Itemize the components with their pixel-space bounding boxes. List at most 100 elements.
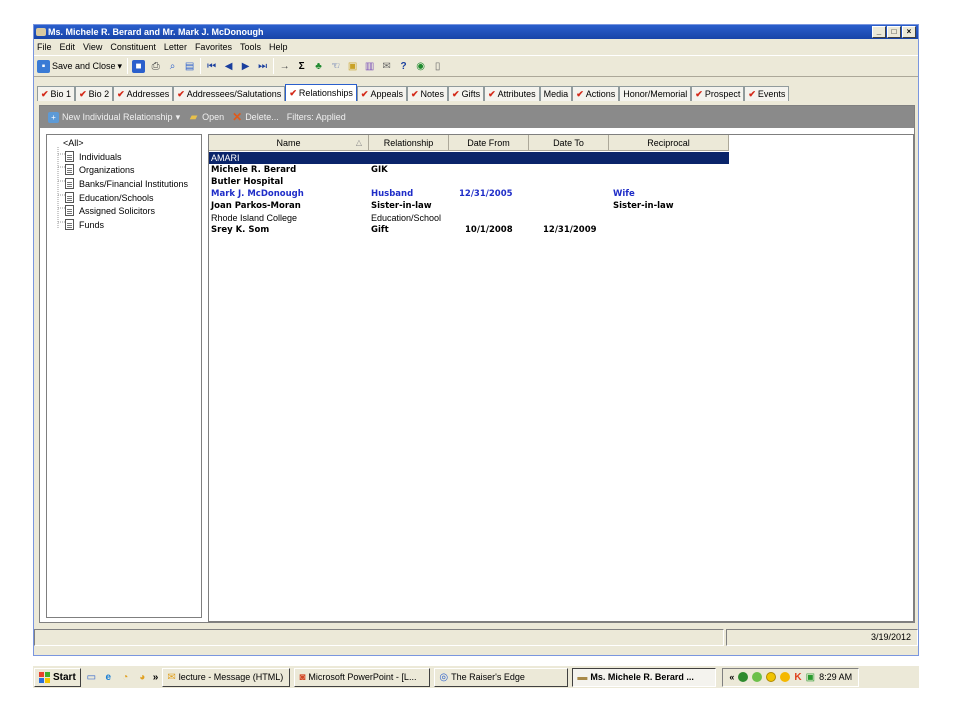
last-record-icon[interactable]: ⏭ xyxy=(256,60,269,73)
tray-expand-icon[interactable]: « xyxy=(729,672,734,682)
column-header-reciprocal[interactable]: Reciprocal xyxy=(609,135,729,151)
show-desktop-icon[interactable]: ▭ xyxy=(85,671,98,684)
column-header-date-from[interactable]: Date From xyxy=(449,135,529,151)
tray-clock-icon[interactable] xyxy=(766,672,777,682)
tab-addressees-salutations[interactable]: ✔ Addressees/Salutations xyxy=(173,86,286,101)
preview-icon[interactable]: ⌕ xyxy=(166,60,179,73)
tab-actions[interactable]: ✔ Actions xyxy=(572,86,620,101)
tab-gifts[interactable]: ✔ Gifts xyxy=(448,86,485,101)
tray-k-icon[interactable]: K xyxy=(794,672,801,683)
column-header-name[interactable]: Name △ xyxy=(209,135,369,151)
chevron-down-icon[interactable]: ▾ xyxy=(118,61,123,72)
tray-update-icon[interactable]: ▣ xyxy=(806,672,815,683)
quicklaunch-overflow-icon[interactable]: » xyxy=(153,672,159,683)
toolbar-separator xyxy=(273,58,275,74)
sigma-icon[interactable]: Σ xyxy=(295,60,308,73)
menu-letter[interactable]: Letter xyxy=(164,40,187,54)
go-to-icon[interactable]: → xyxy=(278,60,291,73)
start-button[interactable]: Start xyxy=(34,667,81,687)
menu-view[interactable]: View xyxy=(83,40,102,54)
envelope-icon: ✉ xyxy=(167,671,176,683)
tab-attributes[interactable]: ✔ Attributes xyxy=(484,86,540,101)
tray-antivirus-icon[interactable] xyxy=(752,672,763,682)
first-record-icon[interactable]: ⏮ xyxy=(205,60,218,73)
tab-media[interactable]: Media xyxy=(539,86,573,101)
tab-honor-memorial[interactable]: Honor/Memorial xyxy=(619,86,692,101)
save-close-button[interactable]: ▪ Save and Close ▾ xyxy=(36,57,123,75)
tree-root-all[interactable]: <All> xyxy=(63,137,84,149)
folder-icon: ▰ xyxy=(189,111,198,123)
tree-item-education[interactable]: Education/Schools xyxy=(65,191,154,204)
tree-item-funds[interactable]: Funds xyxy=(65,218,104,231)
tab-bio-1[interactable]: ✔ Bio 1 xyxy=(37,86,76,101)
mail-icon[interactable]: ✉ xyxy=(380,60,393,73)
check-icon: ✔ xyxy=(360,88,369,99)
tray-network-icon[interactable] xyxy=(738,672,749,682)
help-icon[interactable]: ? xyxy=(397,60,410,73)
tab-events[interactable]: ✔ Events xyxy=(744,86,790,101)
column-header-date-to[interactable]: Date To xyxy=(529,135,609,151)
task-raisers-edge[interactable]: ◎ The Raiser's Edge xyxy=(434,667,569,687)
task-outlook-message[interactable]: ✉ lecture - Message (HTML) xyxy=(162,667,291,687)
menu-tools[interactable]: Tools xyxy=(240,40,261,54)
check-icon: ✔ xyxy=(695,88,703,99)
report-icon[interactable]: ▥ xyxy=(363,60,376,73)
open-button[interactable]: ▰ Open xyxy=(188,112,224,123)
task-constituent-record[interactable]: ▬ Ms. Michele R. Berard ... xyxy=(572,667,717,687)
main-window: Ms. Michele R. Berard and Mr. Mark J. Mc… xyxy=(33,24,919,656)
restore-button[interactable]: □ xyxy=(887,26,901,38)
tree-icon[interactable]: ♣ xyxy=(312,60,325,73)
minimize-button[interactable]: _ xyxy=(872,26,886,38)
tab-notes[interactable]: ✔ Notes xyxy=(406,86,449,101)
table-row[interactable]: Butler Hospital xyxy=(209,176,729,188)
table-row[interactable]: Srey K. Som Gift 10/1/2008 12/31/2009 xyxy=(209,224,729,236)
tree-item-assigned-solicitors[interactable]: Assigned Solicitors xyxy=(65,204,155,217)
save-icon: ▪ xyxy=(37,59,50,73)
category-tree: <All> Individuals Organizations Banks/Fi… xyxy=(46,134,202,618)
quicklaunch-outlook-icon[interactable]: ◕ xyxy=(136,671,149,684)
tab-appeals[interactable]: ✔ Appeals xyxy=(356,86,407,101)
tab-addresses[interactable]: ✔ Addresses xyxy=(113,86,174,101)
status-date: 3/19/2012 xyxy=(726,629,918,646)
form-icon[interactable]: ▤ xyxy=(183,60,196,73)
menu-edit[interactable]: Edit xyxy=(60,40,76,54)
powerpoint-icon: ◙ xyxy=(299,671,306,683)
column-header-relationship[interactable]: Relationship xyxy=(369,135,449,151)
hand-icon[interactable]: ☜ xyxy=(329,60,342,73)
menu-file[interactable]: File xyxy=(37,40,52,54)
print-icon[interactable]: ⎙ xyxy=(149,60,162,73)
globe-icon[interactable]: ◉ xyxy=(414,60,427,73)
menu-help[interactable]: Help xyxy=(269,40,288,54)
task-powerpoint[interactable]: ◙ Microsoft PowerPoint - [L... xyxy=(294,667,431,687)
tray-messenger-icon[interactable] xyxy=(780,672,791,682)
table-row[interactable]: Michele R. Berard GIK xyxy=(209,164,729,176)
window-controls: _ □ × xyxy=(872,26,916,38)
menu-constituent[interactable]: Constituent xyxy=(110,40,156,54)
next-record-icon[interactable]: ▶ xyxy=(239,60,252,73)
table-row[interactable]: AMARI xyxy=(209,152,729,164)
chevron-down-icon[interactable]: ▾ xyxy=(176,112,181,123)
table-row[interactable]: Rhode Island College Education/School xyxy=(209,212,729,224)
floppy-icon[interactable]: ■ xyxy=(132,59,146,73)
tab-prospect[interactable]: ✔ Prospect xyxy=(691,86,745,101)
tab-bio-2[interactable]: ✔ Bio 2 xyxy=(75,86,114,101)
menu-favorites[interactable]: Favorites xyxy=(195,40,232,54)
page-icon[interactable]: ▯ xyxy=(431,60,444,73)
tree-item-individuals[interactable]: Individuals xyxy=(65,150,122,163)
image-icon[interactable]: ▣ xyxy=(346,60,359,73)
new-relationship-button[interactable]: + New Individual Relationship ▾ xyxy=(48,111,181,123)
relationships-toolbar: + New Individual Relationship ▾ ▰ Open ✕… xyxy=(40,106,914,128)
title-bar[interactable]: Ms. Michele R. Berard and Mr. Mark J. Mc… xyxy=(34,25,918,39)
tab-relationships[interactable]: ✔ Relationships xyxy=(285,84,357,101)
internet-explorer-icon[interactable]: e xyxy=(102,671,115,684)
close-button[interactable]: × xyxy=(902,26,916,38)
quicklaunch-clock-icon[interactable]: ◔ xyxy=(119,671,132,684)
previous-record-icon[interactable]: ◀ xyxy=(222,60,235,73)
tree-item-organizations[interactable]: Organizations xyxy=(65,163,135,176)
delete-button[interactable]: ✕ Delete... xyxy=(232,110,279,124)
toolbar: ▪ Save and Close ▾ ■ ⎙ ⌕ ▤ ⏮ ◀ ▶ ⏭ → Σ ♣… xyxy=(34,55,918,77)
table-row[interactable]: Mark J. McDonough Husband 12/31/2005 Wif… xyxy=(209,188,729,200)
tree-item-banks[interactable]: Banks/Financial Institutions xyxy=(65,177,188,190)
table-row[interactable]: Joan Parkos-Moran Sister-in-law Sister-i… xyxy=(209,200,729,212)
clock[interactable]: 8:29 AM xyxy=(819,672,852,682)
